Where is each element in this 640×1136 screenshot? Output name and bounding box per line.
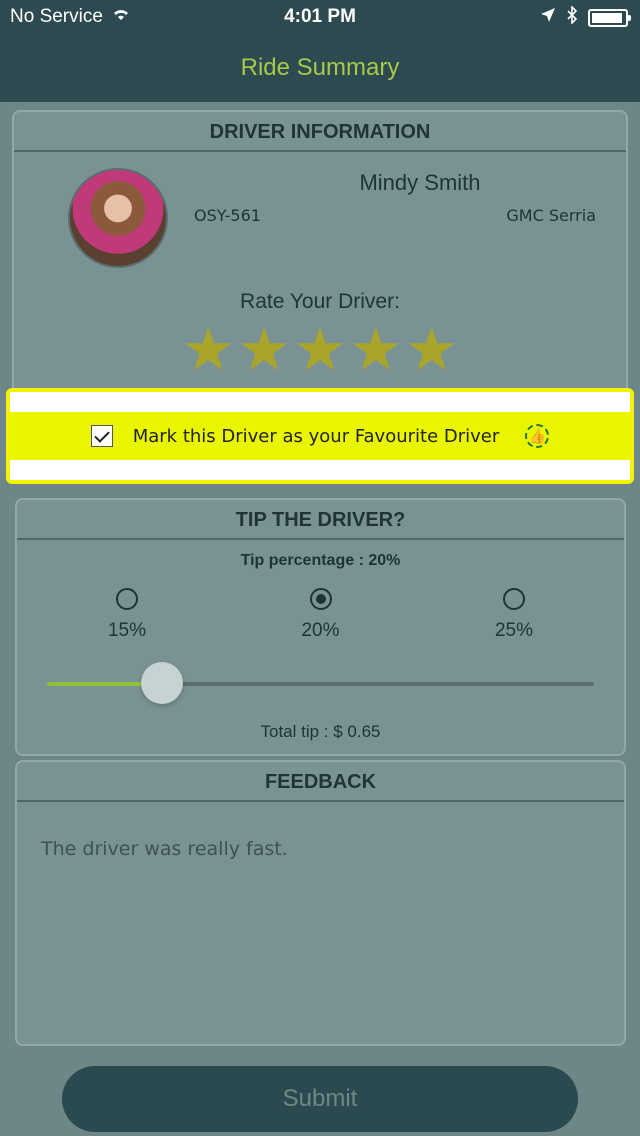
radio-button[interactable] [503, 588, 525, 610]
favourite-driver-highlight: Mark this Driver as your Favourite Drive… [6, 388, 634, 484]
total-tip-text: Total tip : $ 0.65 [260, 722, 381, 741]
rate-driver-label: Rate Your Driver: [240, 290, 400, 313]
favourite-driver-checkbox[interactable] [90, 425, 113, 447]
thumbs-up-icon: 👍 [525, 424, 550, 448]
nav-bar: Ride Summary [0, 34, 640, 102]
page-title: Ride Summary [240, 54, 400, 81]
tip-option-label: 20% [301, 620, 340, 641]
driver-car-model: GMC Serria [506, 206, 596, 225]
location-arrow-icon [540, 7, 556, 29]
tip-option-15[interactable]: 15% [47, 588, 207, 642]
tip-slider-thumb[interactable] [140, 662, 183, 704]
tip-options: 15% 20% 25% [47, 588, 594, 642]
favourite-driver-row[interactable]: Mark this Driver as your Favourite Drive… [10, 412, 630, 460]
driver-plate: OSY-561 [194, 206, 261, 225]
star-icon[interactable]: ★ [405, 320, 459, 380]
tip-slider[interactable] [47, 662, 594, 704]
tip-card: TIP THE DRIVER? Tip percentage : 20% 15%… [15, 498, 626, 756]
status-bar: No Service 4:01 PM [0, 0, 640, 34]
feedback-heading: FEEDBACK [17, 762, 624, 802]
bluetooth-icon [566, 5, 578, 30]
tip-option-20[interactable]: 20% [241, 588, 401, 642]
feedback-input[interactable]: The driver was really fast. [41, 838, 604, 860]
radio-button[interactable] [116, 588, 138, 610]
star-icon[interactable]: ★ [237, 320, 291, 380]
favourite-driver-label[interactable]: Mark this Driver as your Favourite Drive… [133, 426, 500, 447]
star-icon[interactable]: ★ [293, 320, 347, 380]
tip-option-label: 25% [494, 620, 534, 641]
submit-button[interactable]: Submit [62, 1066, 578, 1132]
star-rating[interactable]: ★ ★ ★ ★ ★ [14, 320, 626, 380]
tip-option-25[interactable]: 25% [434, 588, 594, 642]
battery-icon [588, 9, 631, 27]
driver-name: Mindy Smith [359, 170, 481, 195]
radio-button[interactable] [309, 588, 332, 610]
status-right [540, 5, 631, 30]
driver-information-card: DRIVER INFORMATION Mindy Smith OSY-561 G… [12, 110, 628, 400]
star-icon[interactable]: ★ [349, 320, 403, 380]
tip-percentage-text: Tip percentage : 20% [240, 552, 401, 569]
driver-information-heading: DRIVER INFORMATION [14, 112, 626, 152]
star-icon[interactable]: ★ [182, 320, 236, 380]
feedback-card: FEEDBACK The driver was really fast. [15, 760, 626, 1046]
tip-heading: TIP THE DRIVER? [17, 500, 624, 540]
tip-option-label: 15% [107, 620, 147, 641]
driver-avatar [68, 168, 168, 268]
